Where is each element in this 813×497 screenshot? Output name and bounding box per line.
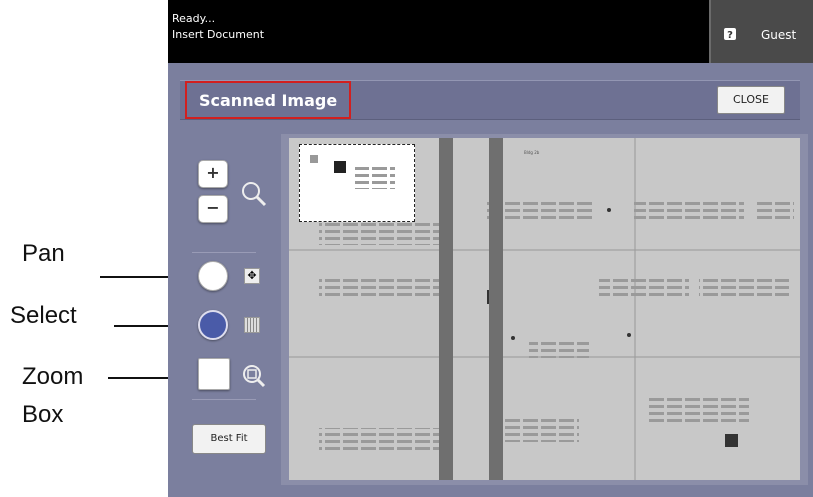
zoom-box-button[interactable] [198, 358, 230, 390]
zoom-out-button[interactable]: − [198, 195, 228, 223]
title-bar: Scanned Image CLOSE [180, 80, 800, 120]
svg-text:?: ? [727, 30, 733, 41]
binding-gutter [489, 138, 503, 480]
zoom-box-icon [243, 365, 266, 388]
viewport-content [310, 155, 395, 189]
user-button[interactable]: ? Guest [709, 0, 813, 63]
divider [192, 252, 256, 253]
image-canvas[interactable]: Bldg 2b [281, 134, 808, 485]
select-annotation: Select [10, 302, 77, 329]
zoom-viewport-frame[interactable] [299, 144, 415, 222]
page-title: Scanned Image [199, 91, 338, 110]
pan-radio[interactable] [198, 261, 228, 291]
close-button[interactable]: CLOSE [717, 86, 785, 114]
zoom-box-annotation: Zoom Box [22, 358, 112, 434]
tool-panel: + − ✥ Best Fit [180, 126, 276, 490]
select-radio[interactable] [198, 310, 228, 340]
zoom-in-button[interactable]: + [198, 160, 228, 188]
device-screen: Ready... Insert Document ? Guest Scanned… [168, 0, 813, 497]
status-text: Ready... [172, 12, 216, 25]
magnifier-icon [242, 182, 267, 207]
binding-gutter [439, 138, 453, 480]
select-icon [244, 317, 260, 333]
pan-icon: ✥ [244, 268, 260, 284]
zoom-box-annotation-text: Zoom Box [22, 363, 84, 428]
best-fit-button[interactable]: Best Fit [192, 424, 266, 454]
title-highlight: Scanned Image [185, 81, 351, 119]
divider [192, 399, 256, 400]
pan-annotation: Pan [22, 240, 65, 267]
user-label: Guest [761, 28, 797, 42]
user-icon: ? [724, 28, 736, 41]
status-bar: Ready... Insert Document ? Guest [168, 0, 813, 63]
svg-text:Bldg 2b: Bldg 2b [524, 150, 540, 155]
instruction-text: Insert Document [172, 28, 265, 41]
scanned-document-preview: Bldg 2b [289, 138, 800, 480]
